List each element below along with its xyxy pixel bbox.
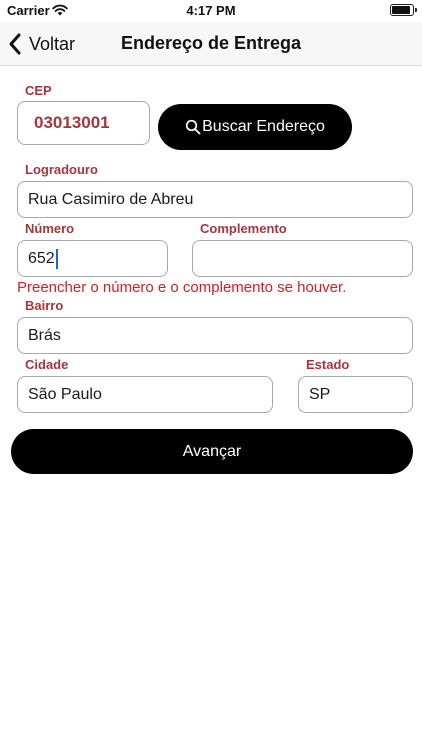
complemento-label: Complemento [200, 221, 287, 236]
cidade-field[interactable]: São Paulo [17, 376, 273, 413]
cep-value: 03013001 [34, 113, 110, 132]
next-label: Avançar [182, 442, 242, 460]
next-button[interactable]: Avançar [11, 429, 413, 474]
search-address-button[interactable]: Buscar Endereço [158, 104, 352, 150]
bairro-value: Brás [28, 326, 61, 344]
bairro-field[interactable]: Brás [17, 317, 413, 354]
logradouro-label: Logradouro [25, 162, 98, 177]
navigation-bar: Voltar Endereço de Entrega [0, 22, 422, 66]
cep-field[interactable]: 03013001 [17, 101, 150, 145]
logradouro-value: Rua Casimiro de Abreu [28, 190, 194, 208]
estado-field[interactable]: SP [298, 376, 413, 413]
logradouro-field[interactable]: Rua Casimiro de Abreu [17, 181, 413, 218]
estado-label: Estado [306, 357, 350, 372]
estado-value: SP [309, 385, 331, 403]
status-bar: Carrier 4:17 PM [0, 0, 422, 22]
search-address-label: Buscar Endereço [202, 118, 325, 135]
numero-label: Número [25, 221, 75, 236]
numero-value: 652 [28, 249, 55, 267]
numero-hint: Preencher o número e o complemento se ho… [17, 279, 347, 296]
bairro-label: Bairro [25, 298, 64, 313]
cidade-value: São Paulo [28, 385, 102, 403]
status-time: 4:17 PM [186, 3, 236, 18]
page-title: Endereço de Entrega [120, 33, 302, 53]
search-icon [185, 119, 201, 135]
text-cursor [55, 248, 58, 269]
complemento-field[interactable] [192, 240, 413, 277]
numero-field[interactable]: 652 [17, 240, 168, 277]
battery-icon [390, 4, 417, 16]
cep-label: CEP [25, 83, 52, 98]
cidade-label: Cidade [25, 357, 69, 372]
battery-level [392, 6, 411, 14]
